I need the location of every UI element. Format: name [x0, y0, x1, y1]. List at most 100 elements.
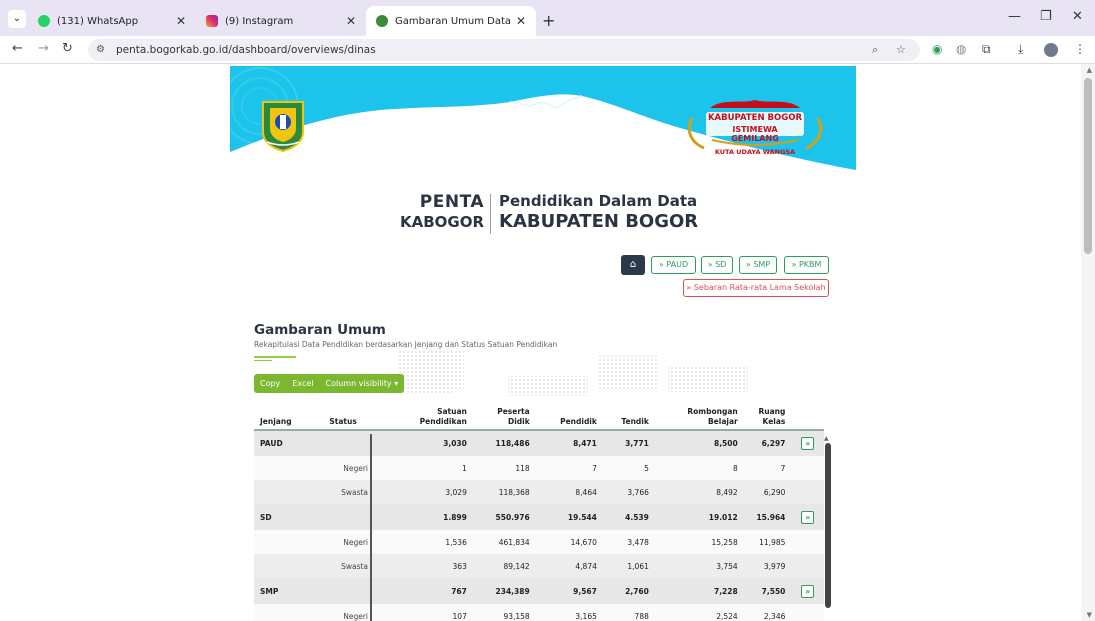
scroll-up-arrow[interactable]: ▲ — [824, 435, 829, 442]
page-scroll-thumb[interactable] — [1084, 78, 1092, 254]
table-cell-action — [791, 456, 824, 480]
scroll-up-arrow[interactable]: ▲ — [1087, 66, 1092, 74]
table-cell: 19.012 — [654, 504, 744, 530]
table-row-group: SMP 767 234,389 9,567 2,760 7,228 7,550 » — [254, 578, 824, 604]
globe-extension-icon[interactable]: ◍ — [956, 42, 966, 56]
gambaran-umum-table: Jenjang Status Satuan Pendidikan Peserta… — [254, 400, 824, 621]
close-icon[interactable]: ✕ — [176, 14, 186, 28]
header-action — [791, 400, 824, 431]
table-row: Swasta 3,029 118,368 8,464 3,766 8,492 6,290 — [254, 480, 824, 504]
table-row: Negeri 107 93,158 3,165 788 2,524 2,346 — [254, 604, 824, 621]
header-pendidik[interactable]: Pendidik — [535, 400, 603, 431]
table-cell: 5 — [602, 456, 655, 480]
table-cell — [254, 456, 324, 480]
close-window-button[interactable]: ✕ — [1072, 9, 1083, 24]
header-tendik[interactable]: Tendik — [602, 400, 655, 431]
table-cell: 3,979 — [743, 554, 792, 578]
table-scrollbar[interactable]: ▲ — [824, 435, 832, 610]
tab-title: (131) WhatsApp — [57, 15, 139, 27]
bookmark-star-icon[interactable]: ☆ — [896, 39, 906, 61]
zoom-icon[interactable]: ⌕ — [872, 39, 878, 61]
kabupaten-bogor-emblem — [258, 98, 308, 152]
table-cell: 1.899 — [384, 504, 473, 530]
main-content: KABUPATEN BOGOR ISTIMEWA GEMILANG KUTA U… — [230, 66, 856, 621]
table-cell-action — [791, 554, 824, 578]
table-cell: 107 — [384, 604, 473, 621]
url-text: penta.bogorkab.go.id/dashboard/overviews… — [116, 44, 376, 56]
table-cell — [323, 430, 385, 456]
table-cell: Negeri — [323, 530, 385, 554]
header-peserta-didik[interactable]: Peserta Didik — [472, 400, 536, 431]
header-banner: KABUPATEN BOGOR ISTIMEWA GEMILANG KUTA U… — [230, 66, 856, 178]
istimewa-gemilang-logo: KABUPATEN BOGOR ISTIMEWA GEMILANG KUTA U… — [682, 96, 828, 160]
column-visibility-button[interactable]: Column visibility ▾ — [320, 374, 405, 393]
header-status[interactable]: Status — [323, 400, 385, 431]
reload-button[interactable]: ↻ — [62, 41, 73, 56]
forward-button[interactable]: → — [38, 41, 49, 56]
tab-penta[interactable]: Gambaran Umum Data Pendidik ✕ — [366, 6, 536, 36]
table-cell: 15.964 — [743, 504, 792, 530]
logo-tagline: KUTA UDAYA WANGSA — [714, 148, 796, 156]
table-cell: 3,754 — [654, 554, 744, 578]
maximize-button[interactable]: ❐ — [1040, 9, 1052, 24]
pkbm-button[interactable]: » PKBM — [784, 256, 829, 274]
table-cell: 3,766 — [602, 480, 655, 504]
header-jenjang[interactable]: Jenjang — [254, 400, 324, 431]
close-icon[interactable]: ✕ — [346, 14, 356, 28]
rata-rata-lama-sekolah-button[interactable]: » Sebaran Rata-rata Lama Sekolah — [683, 279, 829, 297]
expand-detail-button[interactable]: » — [801, 584, 815, 598]
table-cell: 118,486 — [472, 430, 536, 456]
address-bar[interactable]: ⚙ penta.bogorkab.go.id/dashboard/overvie… — [88, 39, 920, 61]
logo-sub-text: ISTIMEWA GEMILANG — [731, 125, 779, 143]
table-cell: 4,874 — [535, 554, 603, 578]
home-icon: ⌂ — [629, 259, 637, 270]
header-satuan-pendidikan[interactable]: Satuan Pendidikan — [384, 400, 473, 431]
tab-whatsapp[interactable]: (131) WhatsApp ✕ — [28, 6, 196, 36]
table-cell: 4.539 — [602, 504, 655, 530]
download-icon[interactable]: ⤓ — [1018, 42, 1023, 57]
copy-button[interactable]: Copy — [254, 374, 286, 393]
table-cell: 1,061 — [602, 554, 655, 578]
site-info-icon[interactable]: ⚙ — [96, 39, 105, 61]
table-row: Negeri 1,536 461,834 14,670 3,478 15,258 11,98… — [254, 530, 824, 554]
extensions-puzzle-icon[interactable]: ⧉ — [982, 42, 991, 57]
header-ruang-kelas[interactable]: Ruang Kelas — [743, 400, 792, 431]
extension-icon[interactable]: ◉ — [932, 42, 942, 56]
new-tab-button[interactable]: + — [542, 11, 555, 30]
table-cell: 8,492 — [654, 480, 744, 504]
table-cell: 15,258 — [654, 530, 744, 554]
table-cell: 9,567 — [535, 578, 603, 604]
table-cell: 7,550 — [743, 578, 792, 604]
close-icon[interactable]: ✕ — [516, 14, 526, 28]
table-scroll-thumb[interactable] — [825, 443, 831, 608]
table-cell: 3,029 — [384, 480, 473, 504]
table-header-row: Jenjang Status Satuan Pendidikan Peserta… — [254, 400, 824, 431]
page-scrollbar[interactable]: ▲ ▼ — [1081, 64, 1095, 621]
table-cell-action — [791, 604, 824, 621]
table-cell: Swasta — [323, 480, 385, 504]
brand-left: PENTA KABOGOR — [390, 192, 484, 231]
header-rombongan-belajar[interactable]: Rombongan Belajar — [654, 400, 744, 431]
scroll-down-arrow[interactable]: ▼ — [1087, 611, 1092, 619]
excel-button[interactable]: Excel — [286, 374, 319, 393]
back-button[interactable]: ← — [12, 41, 23, 56]
table-cell: 8 — [654, 456, 744, 480]
table-cell: 2,346 — [743, 604, 792, 621]
smp-button[interactable]: » SMP — [739, 256, 777, 274]
menu-kebab-icon[interactable]: ⋮ — [1074, 42, 1086, 56]
expand-detail-button[interactable]: » — [801, 437, 815, 450]
table-cell: PAUD — [254, 430, 324, 456]
instagram-icon — [206, 15, 218, 27]
sd-button[interactable]: » SD — [701, 256, 733, 274]
tab-instagram[interactable]: (9) Instagram ✕ — [196, 6, 366, 36]
minimize-button[interactable]: — — [1008, 9, 1021, 24]
table-cell — [254, 604, 324, 621]
tab-search-button[interactable]: ⌄ — [8, 10, 26, 28]
table-cell-action — [791, 480, 824, 504]
profile-avatar[interactable] — [1044, 43, 1058, 57]
home-button[interactable]: ⌂ — [621, 255, 645, 275]
paud-button[interactable]: » PAUD — [651, 256, 696, 274]
table-cell: 19.544 — [535, 504, 603, 530]
expand-detail-button[interactable]: » — [801, 510, 815, 524]
table-cell: 93,158 — [472, 604, 536, 621]
